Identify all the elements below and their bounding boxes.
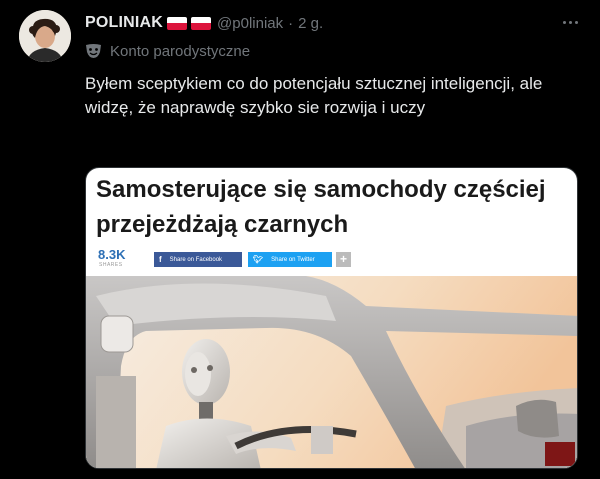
separator: · (288, 14, 294, 32)
timestamp[interactable]: 2 g. (298, 15, 323, 32)
share-facebook-button: f Share on Facebook (154, 252, 242, 267)
share-facebook-label: Share on Facebook (169, 256, 223, 263)
article-headline: Samosterujące się samochody częściej prz… (96, 176, 546, 238)
parody-label: Konto parodystyczne (110, 42, 251, 60)
share-twitter-label: Share on Twitter (271, 256, 315, 263)
handle[interactable]: @p0liniak (217, 15, 283, 32)
robot-driving-car-illustration (86, 276, 577, 468)
poland-flag-icon (167, 16, 188, 30)
poland-flag-icon (191, 16, 212, 30)
theater-mask-icon (86, 44, 101, 58)
watermark-badge (545, 442, 575, 466)
parody-label-row: Konto parodystyczne (85, 41, 250, 61)
shares-count: 8.3K (98, 247, 126, 262)
tweet-text: Byłem sceptykiem co do potencjału sztucz… (85, 74, 543, 117)
media-image[interactable]: Samosterujące się samochody częściej prz… (85, 167, 578, 469)
avatar[interactable] (19, 10, 71, 62)
facebook-icon: f (159, 255, 162, 264)
shares-label: SHARES (99, 262, 123, 268)
author-row: POLINIAK @p0liniak · 2 g. (85, 12, 323, 34)
twitter-icon: 🐦︎ (253, 255, 264, 264)
more-options-icon[interactable] (555, 12, 585, 32)
avatar-image (19, 10, 71, 62)
share-twitter-button: 🐦︎ Share on Twitter (248, 252, 332, 267)
display-name[interactable]: POLINIAK (85, 14, 163, 32)
share-more-button: + (336, 252, 351, 267)
